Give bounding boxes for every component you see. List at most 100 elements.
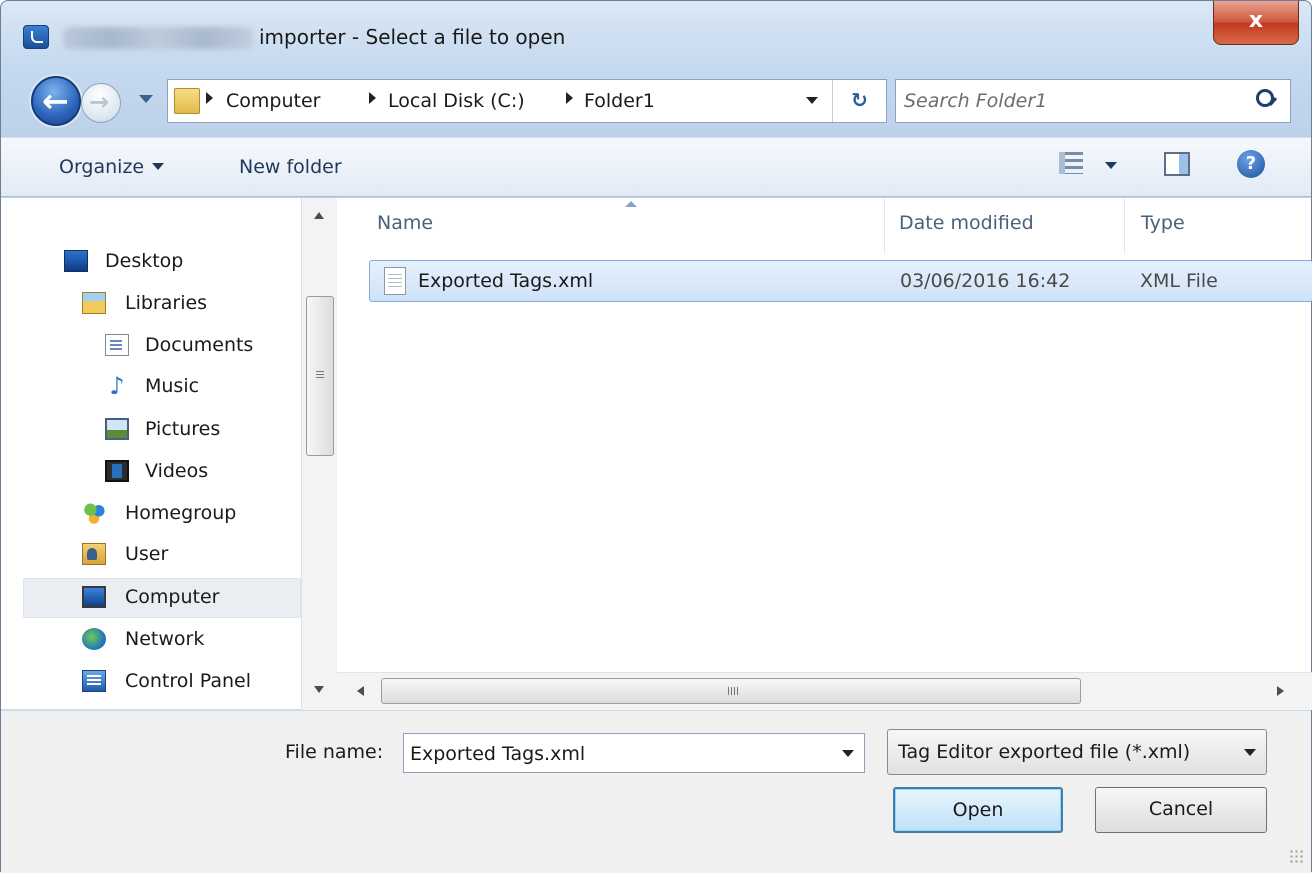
computer-icon (82, 586, 106, 608)
file-list-horizontal-scrollbar[interactable] (337, 672, 1312, 710)
scroll-right-arrow-icon[interactable] (1277, 686, 1284, 696)
grip-icon (728, 687, 738, 695)
libraries-icon (82, 292, 106, 314)
nav-item-label: Computer (125, 586, 220, 608)
nav-item-label: Pictures (145, 418, 221, 440)
search-icon[interactable] (1256, 89, 1274, 107)
navigation-scrollbar[interactable] (301, 198, 337, 710)
nav-item-label: User (125, 543, 169, 565)
redacted-app-name (63, 27, 253, 49)
nav-item-label: Libraries (125, 292, 208, 314)
help-icon[interactable]: ? (1237, 150, 1265, 178)
chevron-down-icon (1244, 749, 1256, 756)
sort-ascending-icon (625, 201, 637, 207)
content-area: Desktop Libraries Documents ♪ Music Pict… (1, 198, 1312, 710)
scrollbar-thumb[interactable] (306, 296, 334, 456)
nav-item-label: Network (125, 628, 205, 650)
address-bar[interactable]: Computer Local Disk (C:) Folder1 ↻ (167, 79, 887, 123)
search-box[interactable] (895, 79, 1291, 123)
file-type-select[interactable]: Tag Editor exported file (*.xml) (887, 729, 1267, 775)
search-input[interactable] (904, 88, 1244, 114)
nav-item-label: Documents (145, 334, 254, 356)
pictures-icon (105, 418, 129, 440)
videos-icon (105, 460, 129, 482)
file-name-label: File name: (285, 741, 384, 763)
scroll-down-arrow-icon[interactable] (314, 686, 324, 693)
organize-label: Organize (59, 156, 145, 178)
file-name-dropdown-icon[interactable] (842, 750, 854, 757)
new-folder-button[interactable]: New folder (239, 156, 342, 178)
address-dropdown-icon[interactable] (806, 97, 818, 104)
refresh-button[interactable]: ↻ (832, 80, 886, 122)
navigation-pane: Desktop Libraries Documents ♪ Music Pict… (1, 198, 337, 710)
homegroup-icon (82, 502, 106, 524)
nav-item-videos[interactable]: Videos (99, 453, 297, 491)
nav-item-label: Control Panel (125, 670, 251, 692)
resize-grip-icon[interactable] (1289, 849, 1305, 865)
file-list: Name Date modified Type Exported Tags.xm… (337, 198, 1312, 710)
nav-item-documents[interactable]: Documents (99, 327, 297, 365)
cancel-button[interactable]: Cancel (1095, 787, 1267, 833)
documents-icon (105, 334, 129, 356)
nav-item-control-panel[interactable]: Control Panel (77, 663, 297, 701)
recent-locations-dropdown-icon[interactable] (139, 95, 153, 103)
title-bar: importer - Select a file to open x (1, 1, 1311, 71)
breadcrumb-local-disk[interactable]: Local Disk (C:) (388, 90, 525, 112)
scrollbar-thumb[interactable] (381, 678, 1081, 704)
nav-item-homegroup[interactable]: Homegroup (77, 495, 297, 533)
chevron-down-icon (152, 163, 165, 170)
column-header-label: Name (377, 212, 434, 234)
breadcrumb-separator-icon[interactable] (566, 92, 573, 104)
file-type: XML File (1140, 270, 1218, 292)
window-title: importer - Select a file to open (259, 25, 566, 49)
file-date-modified: 03/06/2016 16:42 (900, 270, 1071, 292)
nav-item-label: Desktop (105, 250, 184, 272)
column-header-date-modified[interactable]: Date modified (885, 198, 1125, 254)
desktop-icon (64, 250, 88, 272)
network-icon (82, 628, 106, 650)
nav-item-libraries[interactable]: Libraries (77, 285, 297, 323)
column-header-type[interactable]: Type (1125, 198, 1312, 254)
back-button[interactable] (31, 76, 81, 126)
close-button[interactable]: x (1213, 1, 1299, 45)
grip-icon (316, 371, 324, 379)
nav-item-label: Homegroup (125, 502, 237, 524)
breadcrumb-separator-icon[interactable] (206, 92, 213, 104)
forward-button[interactable] (81, 83, 121, 123)
nav-item-label: Music (145, 375, 200, 397)
scroll-left-arrow-icon[interactable] (357, 686, 364, 696)
breadcrumb-computer[interactable]: Computer (226, 90, 320, 112)
file-name-combobox[interactable] (403, 733, 865, 773)
file-type-value: Tag Editor exported file (*.xml) (898, 741, 1191, 763)
music-icon: ♪ (109, 372, 125, 400)
user-icon (82, 543, 106, 565)
column-header-label: Date modified (899, 212, 1034, 234)
app-icon (23, 25, 49, 49)
view-options-dropdown-icon[interactable] (1105, 162, 1117, 169)
scroll-up-arrow-icon[interactable] (314, 212, 324, 219)
folder-icon (174, 88, 200, 114)
file-name-input[interactable] (410, 741, 810, 767)
breadcrumb-separator-icon[interactable] (369, 92, 376, 104)
change-view-icon[interactable] (1059, 152, 1083, 174)
nav-item-pictures[interactable]: Pictures (99, 411, 297, 449)
open-button[interactable]: Open (893, 787, 1063, 833)
breadcrumb-folder1[interactable]: Folder1 (584, 90, 655, 112)
nav-item-label: Videos (145, 460, 209, 482)
nav-item-music[interactable]: ♪ Music (99, 368, 297, 406)
xml-file-icon (384, 267, 406, 295)
file-open-dialog: importer - Select a file to open x Compu… (0, 0, 1312, 873)
toolbar: Organize New folder ? (1, 137, 1311, 197)
footer-panel: File name: Tag Editor exported file (*.x… (1, 711, 1311, 873)
nav-item-desktop[interactable]: Desktop (57, 243, 297, 281)
preview-pane-icon[interactable] (1164, 152, 1190, 176)
file-name: Exported Tags.xml (418, 270, 594, 292)
column-header-name[interactable]: Name (347, 198, 885, 254)
organize-button[interactable]: Organize (59, 156, 165, 178)
nav-item-user[interactable]: User (77, 536, 297, 574)
file-row[interactable]: Exported Tags.xml 03/06/2016 16:42 XML F… (369, 260, 1312, 302)
nav-item-computer[interactable]: Computer (23, 578, 301, 618)
control-panel-icon (82, 670, 106, 692)
column-header-label: Type (1141, 212, 1185, 234)
nav-item-network[interactable]: Network (77, 621, 297, 659)
